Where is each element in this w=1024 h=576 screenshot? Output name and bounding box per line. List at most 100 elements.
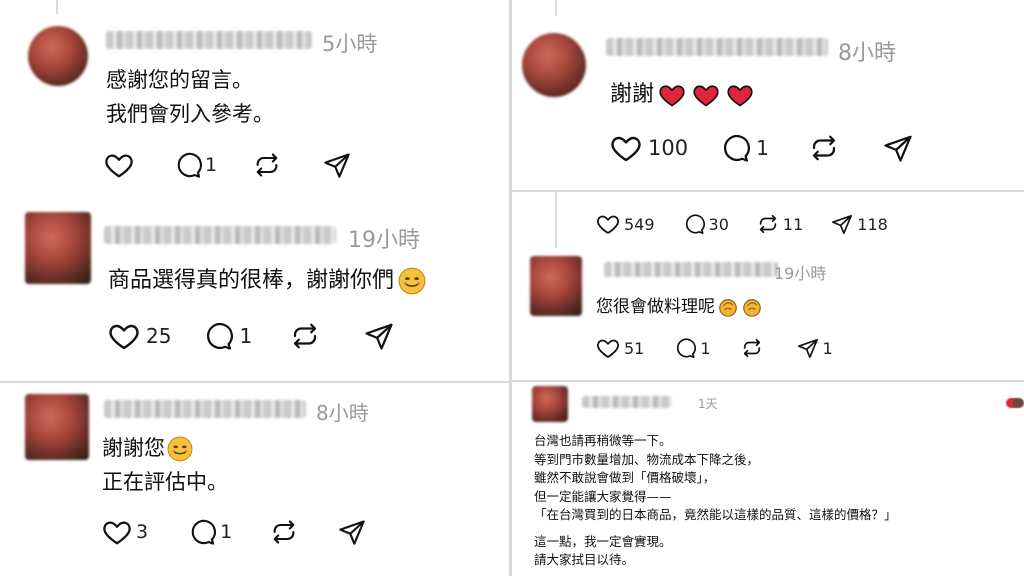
share-icon <box>364 321 394 351</box>
username-blurred[interactable] <box>606 38 828 56</box>
repost-icon <box>270 518 298 546</box>
action-bar: 51 1 1 <box>596 336 833 360</box>
post-text-line-2: 正在評估中。 <box>102 470 228 494</box>
comment-button[interactable]: 1 <box>674 337 711 359</box>
comment-button[interactable]: 1 <box>720 133 769 163</box>
avatar[interactable] <box>25 212 91 284</box>
share-count: 1 <box>822 338 833 358</box>
horizontal-divider-left <box>0 381 509 383</box>
repost-count: 11 <box>782 214 804 234</box>
reply-post-7: 1天 台灣也請再稍微等一下。 等到門市數量增加、物流成本下降之後， 雖然不敢說會… <box>512 382 1024 576</box>
username-blurred[interactable] <box>104 400 306 418</box>
comment-icon <box>720 133 750 163</box>
post-text: 您很會做料理呢 <box>596 292 763 318</box>
heart-icon <box>596 212 620 236</box>
smiling-face-icon <box>167 436 193 462</box>
like-button[interactable] <box>104 150 134 180</box>
like-button[interactable]: 51 <box>596 336 644 360</box>
avatar[interactable] <box>522 33 586 97</box>
post-text-line: 等到門市數量增加、物流成本下降之後， <box>534 451 760 467</box>
clapping-hands-icon <box>717 296 739 318</box>
heart-icon <box>104 150 134 180</box>
avatar[interactable] <box>532 386 568 422</box>
like-button[interactable]: 549 <box>596 212 655 236</box>
repost-button[interactable] <box>253 151 281 179</box>
share-button[interactable] <box>364 321 394 351</box>
comment-count: 30 <box>708 214 729 234</box>
share-icon <box>797 337 819 359</box>
comment-count: 1 <box>700 338 711 358</box>
post-text-line-1: 感謝您的留言。 <box>106 68 253 92</box>
comment-count: 1 <box>239 324 253 348</box>
like-count: 25 <box>146 324 172 348</box>
share-button[interactable] <box>323 151 351 179</box>
comment-icon <box>174 151 202 179</box>
like-count: 549 <box>624 214 655 234</box>
reply-post-4: 8小時 謝謝 100 1 <box>512 0 1024 190</box>
like-button[interactable]: 100 <box>610 132 688 164</box>
red-heart-icon <box>726 81 754 109</box>
red-heart-icon <box>692 81 720 109</box>
timestamp: 1天 <box>698 397 718 411</box>
username-blurred[interactable] <box>106 31 312 49</box>
repost-button[interactable] <box>809 133 839 163</box>
repost-button[interactable] <box>270 518 298 546</box>
repost-icon <box>290 321 320 351</box>
share-icon <box>831 213 853 235</box>
comment-button[interactable]: 1 <box>188 518 232 546</box>
heart-icon <box>596 336 620 360</box>
reply-post-2: 19小時 商品選得真的很棒，謝謝你們 25 1 <box>0 192 509 380</box>
thread-line <box>555 0 557 16</box>
post-text-line: 台灣也請再稍微等一下。 <box>534 433 672 448</box>
comment-button[interactable]: 1 <box>203 321 252 351</box>
action-bar: 549 30 11 118 <box>596 212 888 236</box>
username-blurred[interactable] <box>582 396 672 408</box>
comment-count: 1 <box>205 154 218 176</box>
repost-icon <box>253 151 281 179</box>
post-text-line: 雖然不敢說會做到「價格破壞」， <box>534 470 716 485</box>
timestamp: 8小時 <box>838 41 896 66</box>
avatar[interactable] <box>28 26 88 86</box>
username-blurred[interactable] <box>104 226 336 244</box>
post-text-line: 「在台灣買到的日本商品，竟然能以這樣的品質、這樣的價格？」 <box>534 507 897 522</box>
like-count: 100 <box>648 136 689 160</box>
share-icon <box>323 151 351 179</box>
action-bar: 3 1 <box>102 517 366 547</box>
repost-button[interactable] <box>741 337 763 359</box>
clapping-hands-icon <box>741 296 763 318</box>
comment-button[interactable]: 1 <box>174 151 217 179</box>
reply-post-5: 549 30 11 118 19小時 您很會做料理呢 51 1 1 <box>512 192 1024 380</box>
like-button[interactable]: 3 <box>102 517 148 547</box>
thread-line <box>555 192 557 248</box>
repost-button[interactable] <box>290 321 320 351</box>
repost-icon <box>809 133 839 163</box>
post-text: 謝謝 <box>610 76 754 109</box>
thread-line <box>56 0 58 14</box>
post-text-line: 請大家拭目以待。 <box>534 552 635 567</box>
comment-count: 1 <box>220 521 233 543</box>
share-button[interactable] <box>883 133 913 163</box>
timestamp: 19小時 <box>348 228 420 253</box>
avatar[interactable] <box>530 256 582 316</box>
repost-button[interactable]: 11 <box>757 213 803 235</box>
repost-icon <box>741 337 763 359</box>
heart-icon <box>102 517 132 547</box>
avatar[interactable] <box>25 394 89 460</box>
username-blurred[interactable] <box>604 262 778 277</box>
share-button[interactable]: 118 <box>831 213 888 235</box>
post-text-line-1: 謝謝您 <box>102 432 193 462</box>
like-count: 3 <box>136 521 149 543</box>
like-count: 51 <box>624 338 645 358</box>
comment-button[interactable]: 30 <box>683 213 729 235</box>
timestamp: 5小時 <box>322 32 378 56</box>
timestamp: 8小時 <box>316 401 369 425</box>
share-icon <box>883 133 913 163</box>
like-button[interactable]: 25 <box>108 320 171 352</box>
post-text-line-2: 我們會列入參考。 <box>106 102 274 126</box>
comment-icon <box>683 213 705 235</box>
share-count: 118 <box>857 214 888 234</box>
comment-count: 1 <box>756 136 769 160</box>
share-button[interactable] <box>338 518 366 546</box>
reply-post-3: 8小時 謝謝您 正在評估中。 3 1 <box>0 384 509 576</box>
share-button[interactable]: 1 <box>797 337 833 359</box>
